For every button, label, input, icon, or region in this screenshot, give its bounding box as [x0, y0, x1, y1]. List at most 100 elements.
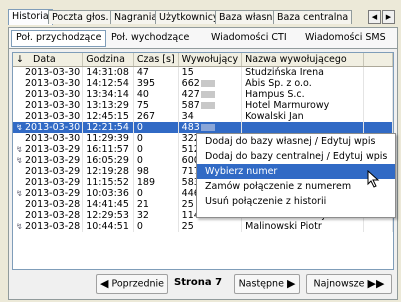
cell-duration: 0 [133, 133, 179, 144]
cell-duration-text: 0 [136, 144, 143, 155]
cell-caller-name-text: Hampus S.c. [245, 89, 305, 100]
cell-date-text: 2013-03-29 [25, 144, 81, 155]
tab-baza-centralna[interactable]: Baza centralna [273, 10, 353, 24]
cell-duration: 21 [133, 199, 179, 210]
missed-call-icon: ↯ [16, 189, 23, 198]
cell-date-text: 2013-03-28 [25, 199, 81, 210]
column-header-date[interactable]: ↓ Data [13, 53, 84, 67]
cell-date-text: 2013-03-30 [25, 78, 81, 89]
tab-nagrania[interactable]: Nagrania [110, 10, 162, 24]
chevron-left-icon[interactable]: ◀ [368, 10, 381, 24]
tab-wiadomosci-sms[interactable]: Wiadomości SMS [301, 31, 390, 44]
column-header-caller-name[interactable]: Nazwa wywołującego [241, 53, 364, 67]
table-row[interactable]: 2013-03-30 13:13:29 75 587 Hotel Marmurowy [13, 100, 393, 111]
redacted-number [200, 80, 215, 87]
cell-duration: 47 [133, 66, 179, 78]
cell-empty [363, 100, 393, 111]
page-indicator: Strona 7 [174, 274, 222, 292]
table-row[interactable]: 2013-03-30 13:34:14 40 427 Hampus S.c. [13, 89, 393, 100]
cell-caller-text: 587 [181, 100, 200, 111]
column-header-duration[interactable]: Czas [s] [133, 53, 179, 67]
cell-date: 2013-03-30 [13, 66, 84, 78]
cell-date-text: 2013-03-28 [25, 210, 81, 221]
button-label: Najnowsze [313, 278, 365, 290]
cell-caller: 483 [178, 122, 243, 133]
cell-duration: 189 [133, 177, 179, 188]
cell-date-text: 2013-03-30 [25, 100, 81, 111]
cell-date: ↯ 2013-03-29 [13, 144, 84, 155]
table-row[interactable]: 2013-03-30 14:12:54 395 662 Abis Sp. z o.o. [13, 78, 393, 89]
cell-duration: 75 [133, 100, 179, 111]
cell-caller-name: Hotel Marmurowy [241, 100, 364, 111]
cell-caller: 427 [178, 89, 243, 100]
sub-tab-strip: Poł. przychodzące Poł. wychodzące Wiadom… [8, 27, 398, 49]
cell-time: 12:45:15 [82, 111, 134, 122]
cell-date-text: 2013-03-30 [25, 89, 81, 100]
pagination-bar: ◀ Poprzednie Strona 7 Następne ▶ Najnows… [12, 274, 392, 294]
column-header-empty [363, 53, 393, 67]
tab-historia[interactable]: Historia [8, 9, 53, 25]
table-row[interactable]: ↯ 2013-03-30 12:21:54 0 483 [13, 122, 393, 133]
previous-page-button[interactable]: ◀ Poprzednie [96, 274, 168, 294]
cell-time: 13:13:29 [82, 100, 134, 111]
cell-time: 14:31:08 [82, 66, 134, 78]
tab-polaczenia-wychodzace[interactable]: Poł. wychodzące [107, 31, 193, 44]
cell-duration-text: 75 [136, 100, 149, 111]
menu-item-dial-number[interactable]: Wybierz numer [197, 164, 395, 179]
cell-caller: 587 [178, 100, 243, 111]
cell-caller-text: 483 [181, 122, 200, 133]
cell-caller-text: 34 [181, 111, 194, 122]
tab-poczta-glosowa[interactable]: Poczta głos. [48, 10, 113, 24]
cell-duration: 0 [133, 144, 179, 155]
menu-item-order-callback[interactable]: Zamów połączenie z numerem [197, 179, 395, 194]
newest-page-button[interactable]: Najnowsze ▶▶ [306, 274, 392, 294]
cell-time: 14:41:45 [82, 199, 134, 210]
cell-duration: 267 [133, 111, 179, 122]
menu-item-add-central-db[interactable]: Dodaj do bazy centralnej / Edytuj wpis [197, 149, 395, 164]
cell-duration-text: 98 [136, 166, 149, 177]
cell-duration-text: 0 [136, 155, 143, 166]
column-header-time[interactable]: Godzina [82, 53, 134, 67]
cell-caller-name: Malinowski Piotr [241, 221, 364, 232]
cell-time: 11:29:39 [82, 133, 134, 144]
cell-time: 14:12:54 [82, 78, 134, 89]
table-row[interactable]: ↯ 2013-03-28 10:44:51 0 25 Malinowski Piotr [13, 221, 393, 232]
redacted-number [200, 102, 215, 109]
cell-time-text: 11:29:39 [86, 133, 129, 144]
cell-time: 12:21:54 [82, 122, 134, 133]
tab-uzytkownicy[interactable]: Użytkownicy [155, 10, 223, 24]
cell-date: ↯ 2013-03-29 [13, 155, 84, 166]
cell-date: ↯ 2013-03-30 [13, 122, 84, 133]
menu-item-delete-from-history[interactable]: Usuń połączenie z historii [197, 194, 395, 209]
cell-caller: 15 [178, 66, 243, 78]
table-row[interactable]: 2013-03-30 12:45:15 267 34 Kowalski Jan [13, 111, 393, 122]
sort-down-arrow-icon: ↓ [16, 54, 24, 65]
cell-duration-text: 189 [136, 177, 156, 188]
cell-duration-text: 21 [136, 199, 149, 210]
column-header-caller[interactable]: Wywołujący [178, 53, 243, 67]
tab-label: Wiadomości SMS [305, 32, 386, 43]
cell-time: 13:34:14 [82, 89, 134, 100]
tab-wiadomosci-cti[interactable]: Wiadomości CTI [207, 31, 291, 44]
menu-item-add-own-db[interactable]: Dodaj do bazy własnej / Edytuj wpis [197, 134, 395, 149]
missed-call-icon: ↯ [16, 156, 23, 165]
cell-date-text: 2013-03-28 [25, 221, 81, 232]
cell-time-text: 13:34:14 [86, 89, 129, 100]
tab-label: Baza centralna [277, 12, 349, 23]
cell-empty [363, 89, 393, 100]
next-page-button[interactable]: Następne ▶ [234, 274, 300, 294]
cell-date-text: 2013-03-30 [25, 122, 81, 133]
cell-time-text: 12:21:54 [86, 122, 129, 133]
cell-date: 2013-03-30 [13, 89, 84, 100]
chevron-right-icon[interactable]: ▶ [382, 10, 395, 24]
cell-empty [363, 221, 393, 232]
cell-time-text: 12:45:15 [86, 111, 129, 122]
button-label: Następne [238, 278, 284, 290]
application-window: Historia Poczta głos. Nagrania Użytkowni… [0, 0, 401, 302]
cell-empty [363, 111, 393, 122]
cell-date: 2013-03-30 [13, 100, 84, 111]
table-row[interactable]: 2013-03-30 14:31:08 47 15 Studzińska Irena [13, 66, 393, 78]
tab-polaczenia-przychodzace[interactable]: Poł. przychodzące [11, 30, 107, 47]
cell-time-text: 12:29:53 [86, 210, 129, 221]
context-menu: Dodaj do bazy własnej / Edytuj wpis Doda… [196, 133, 396, 218]
